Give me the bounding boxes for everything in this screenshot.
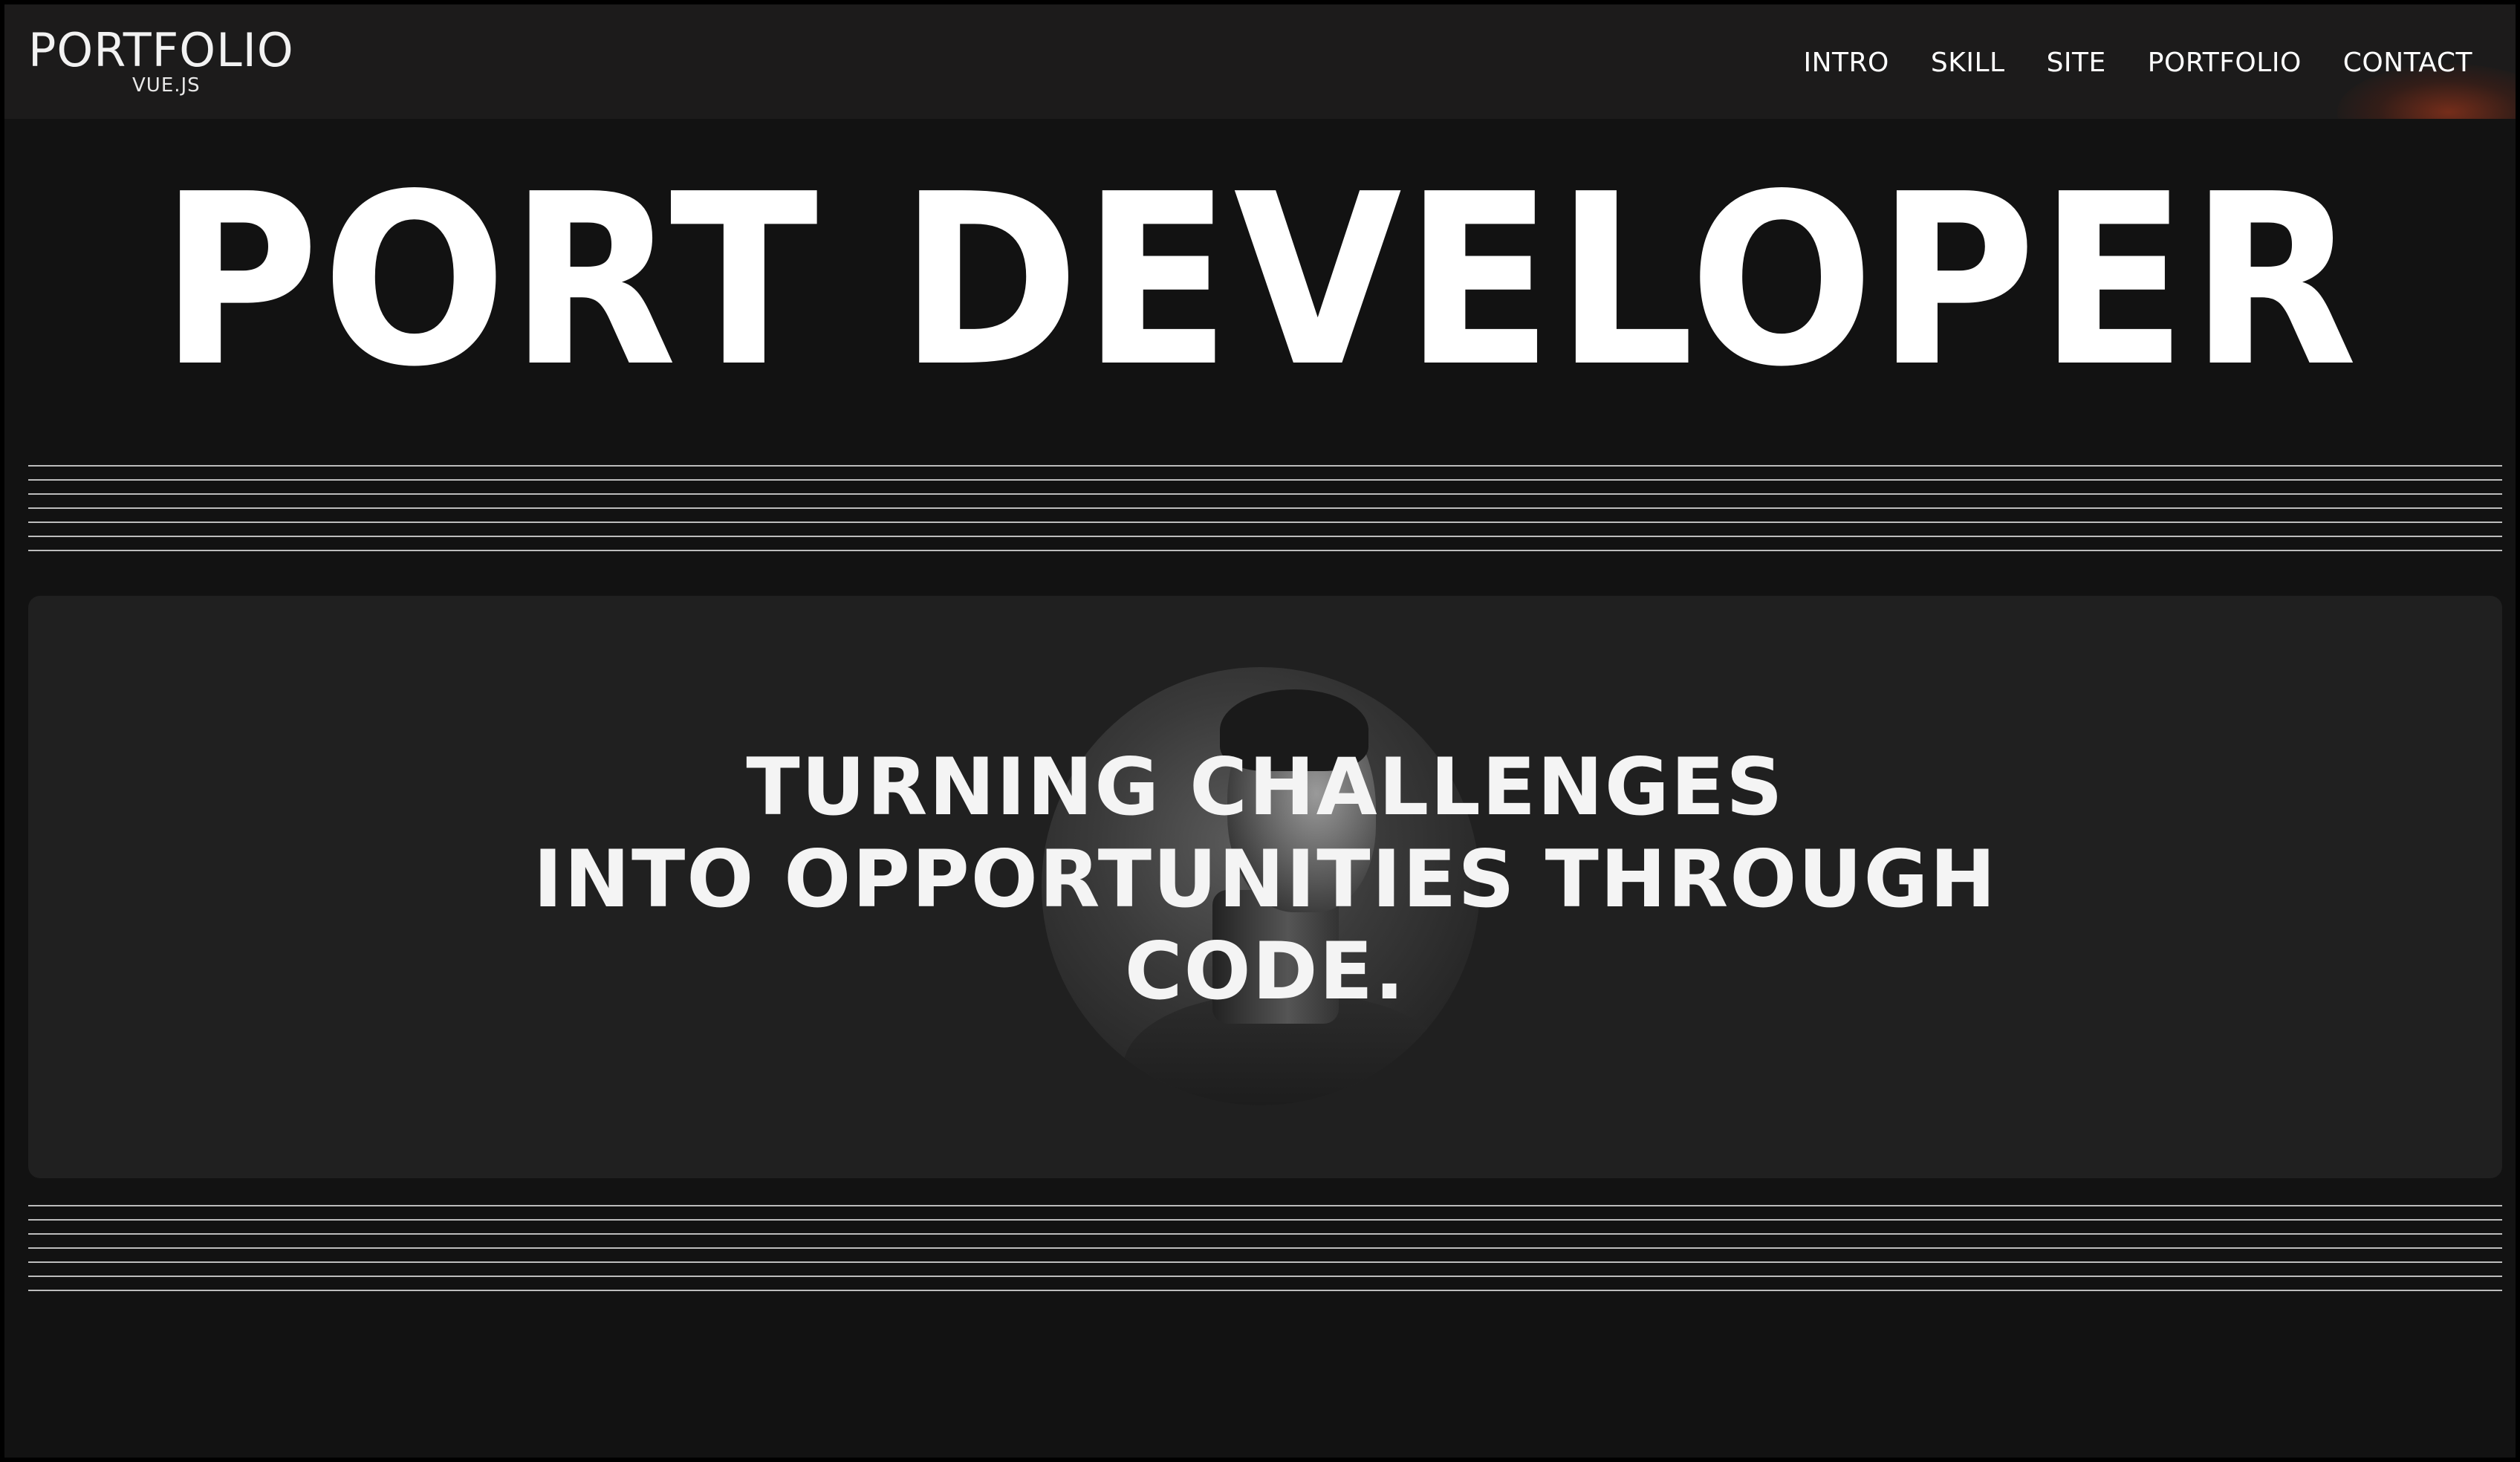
nav-link-intro[interactable]: INTRO	[1803, 48, 1889, 78]
divider-line	[28, 479, 2502, 481]
divider-line	[28, 1233, 2502, 1235]
tagline-line-3: CODE.	[1124, 926, 1406, 1017]
decorative-lines-top	[28, 465, 2502, 564]
divider-line	[28, 550, 2502, 551]
nav-link-site[interactable]: SITE	[2047, 48, 2106, 78]
site-header: PORTFOLIO VUE.JS INTRO SKILL SITE PORTFO…	[4, 4, 2516, 119]
divider-line	[28, 465, 2502, 467]
divider-line	[28, 536, 2502, 537]
tagline-line-2: INTO OPPORTUNITIES THROUGH	[533, 834, 1998, 925]
divider-line	[28, 507, 2502, 509]
divider-line	[28, 493, 2502, 495]
logo-subtitle: VUE.JS	[132, 74, 201, 97]
tagline-line-1: TURNING CHALLENGES	[746, 741, 1785, 833]
nav-link-contact[interactable]: CONTACT	[2343, 48, 2472, 78]
logo[interactable]: PORTFOLIO VUE.JS	[28, 27, 294, 97]
decorative-lines-bottom	[28, 1205, 2502, 1304]
page: PORTFOLIO VUE.JS INTRO SKILL SITE PORTFO…	[0, 0, 2520, 1462]
divider-line	[28, 1290, 2502, 1291]
divider-line	[28, 1276, 2502, 1277]
divider-line	[28, 1247, 2502, 1249]
divider-line	[28, 1205, 2502, 1206]
logo-title: PORTFOLIO	[28, 23, 294, 77]
nav-link-skill[interactable]: SKILL	[1931, 48, 2005, 78]
divider-line	[28, 1219, 2502, 1221]
divider-line	[28, 1261, 2502, 1263]
tagline: TURNING CHALLENGES INTO OPPORTUNITIES TH…	[28, 741, 2502, 1018]
divider-line	[28, 522, 2502, 523]
nav-link-portfolio[interactable]: PORTFOLIO	[2148, 48, 2302, 78]
main-nav: INTRO SKILL SITE PORTFOLIO CONTACT	[1803, 48, 2472, 78]
hero-title: PORT DEVELOPER	[160, 143, 2360, 418]
intro-card: TURNING CHALLENGES INTO OPPORTUNITIES TH…	[28, 596, 2502, 1178]
